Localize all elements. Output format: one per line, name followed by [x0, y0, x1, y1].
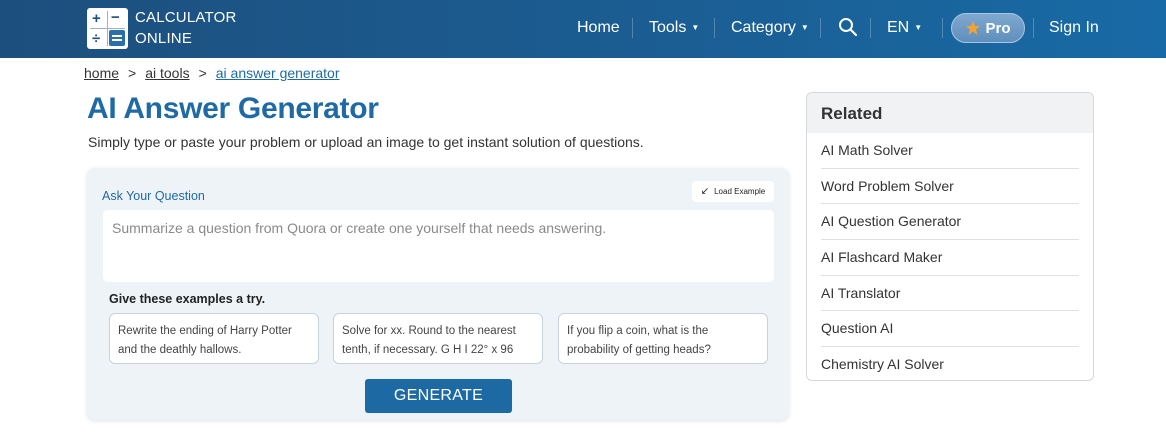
site-logo[interactable]: + − ÷ CALCULATOR ONLINE	[87, 7, 236, 49]
nav-divider	[870, 18, 871, 38]
question-card: Ask Your Question ↙ Load Example Give th…	[87, 168, 789, 420]
related-item[interactable]: Question AI	[821, 311, 1079, 348]
related-panel: Related AI Math Solver Word Problem Solv…	[806, 92, 1094, 381]
pro-button[interactable]: Pro	[951, 13, 1025, 43]
caret-down-icon: ▼	[800, 23, 809, 32]
related-item[interactable]: AI Flashcard Maker	[821, 240, 1079, 276]
nav-divider	[942, 18, 943, 38]
nav-category[interactable]: Category ▼	[731, 19, 809, 37]
nav-divider	[1033, 18, 1034, 38]
nav-divider	[632, 18, 633, 38]
sign-in-link[interactable]: Sign In	[1049, 19, 1099, 37]
nav-tools[interactable]: Tools ▼	[649, 19, 699, 37]
nav-category-label: Category	[731, 19, 796, 36]
related-item[interactable]: AI Question Generator	[821, 204, 1079, 241]
caret-down-icon: ▼	[691, 23, 700, 32]
load-example-label: Load Example	[714, 187, 766, 196]
examples-label: Give these examples a try.	[109, 292, 266, 306]
calculator-logo-icon: + − ÷	[87, 7, 128, 49]
related-item[interactable]: AI Math Solver	[821, 133, 1079, 169]
language-label: EN	[887, 19, 910, 36]
example-card[interactable]: Rewrite the ending of Harry Potter and t…	[109, 313, 319, 364]
nav-tools-label: Tools	[649, 19, 687, 36]
arrow-down-left-icon: ↙	[700, 186, 710, 197]
caret-down-icon: ▼	[914, 23, 923, 32]
breadcrumb: home > ai tools > ai answer generator	[84, 65, 340, 81]
logo-line-1: CALCULATOR	[135, 9, 237, 26]
ask-question-label: Ask Your Question	[102, 189, 205, 203]
related-title: Related	[807, 93, 1093, 133]
generate-button[interactable]: GENERATE	[365, 379, 512, 413]
nav-home[interactable]: Home	[577, 19, 620, 37]
related-item[interactable]: Chemistry AI Solver	[821, 347, 1079, 380]
page-subtitle: Simply type or paste your problem or upl…	[88, 134, 644, 150]
breadcrumb-current[interactable]: ai answer generator	[216, 65, 340, 81]
load-example-button[interactable]: ↙ Load Example	[692, 181, 774, 202]
question-input[interactable]	[103, 210, 774, 282]
search-icon[interactable]	[838, 17, 858, 37]
nav-divider	[714, 18, 715, 38]
breadcrumb-ai-tools[interactable]: ai tools	[145, 65, 189, 81]
pro-badge-icon	[966, 21, 981, 35]
breadcrumb-home[interactable]: home	[84, 65, 119, 81]
top-nav-bar: + − ÷ CALCULATOR ONLINE Home Tools ▼ Catego…	[0, 0, 1166, 58]
nav-divider	[820, 18, 821, 38]
related-item[interactable]: Word Problem Solver	[821, 169, 1079, 205]
language-selector[interactable]: EN ▼	[887, 19, 922, 37]
logo-line-2: ONLINE	[135, 30, 193, 47]
example-card[interactable]: If you flip a coin, what is the probabil…	[558, 313, 768, 364]
example-card[interactable]: Solve for xx. Round to the nearest tenth…	[333, 313, 543, 364]
logo-text: CALCULATOR ONLINE	[135, 7, 236, 49]
pro-label: Pro	[985, 19, 1011, 37]
related-list: AI Math Solver Word Problem Solver AI Qu…	[807, 133, 1093, 380]
page-title: AI Answer Generator	[87, 92, 379, 125]
related-item[interactable]: AI Translator	[821, 276, 1079, 312]
